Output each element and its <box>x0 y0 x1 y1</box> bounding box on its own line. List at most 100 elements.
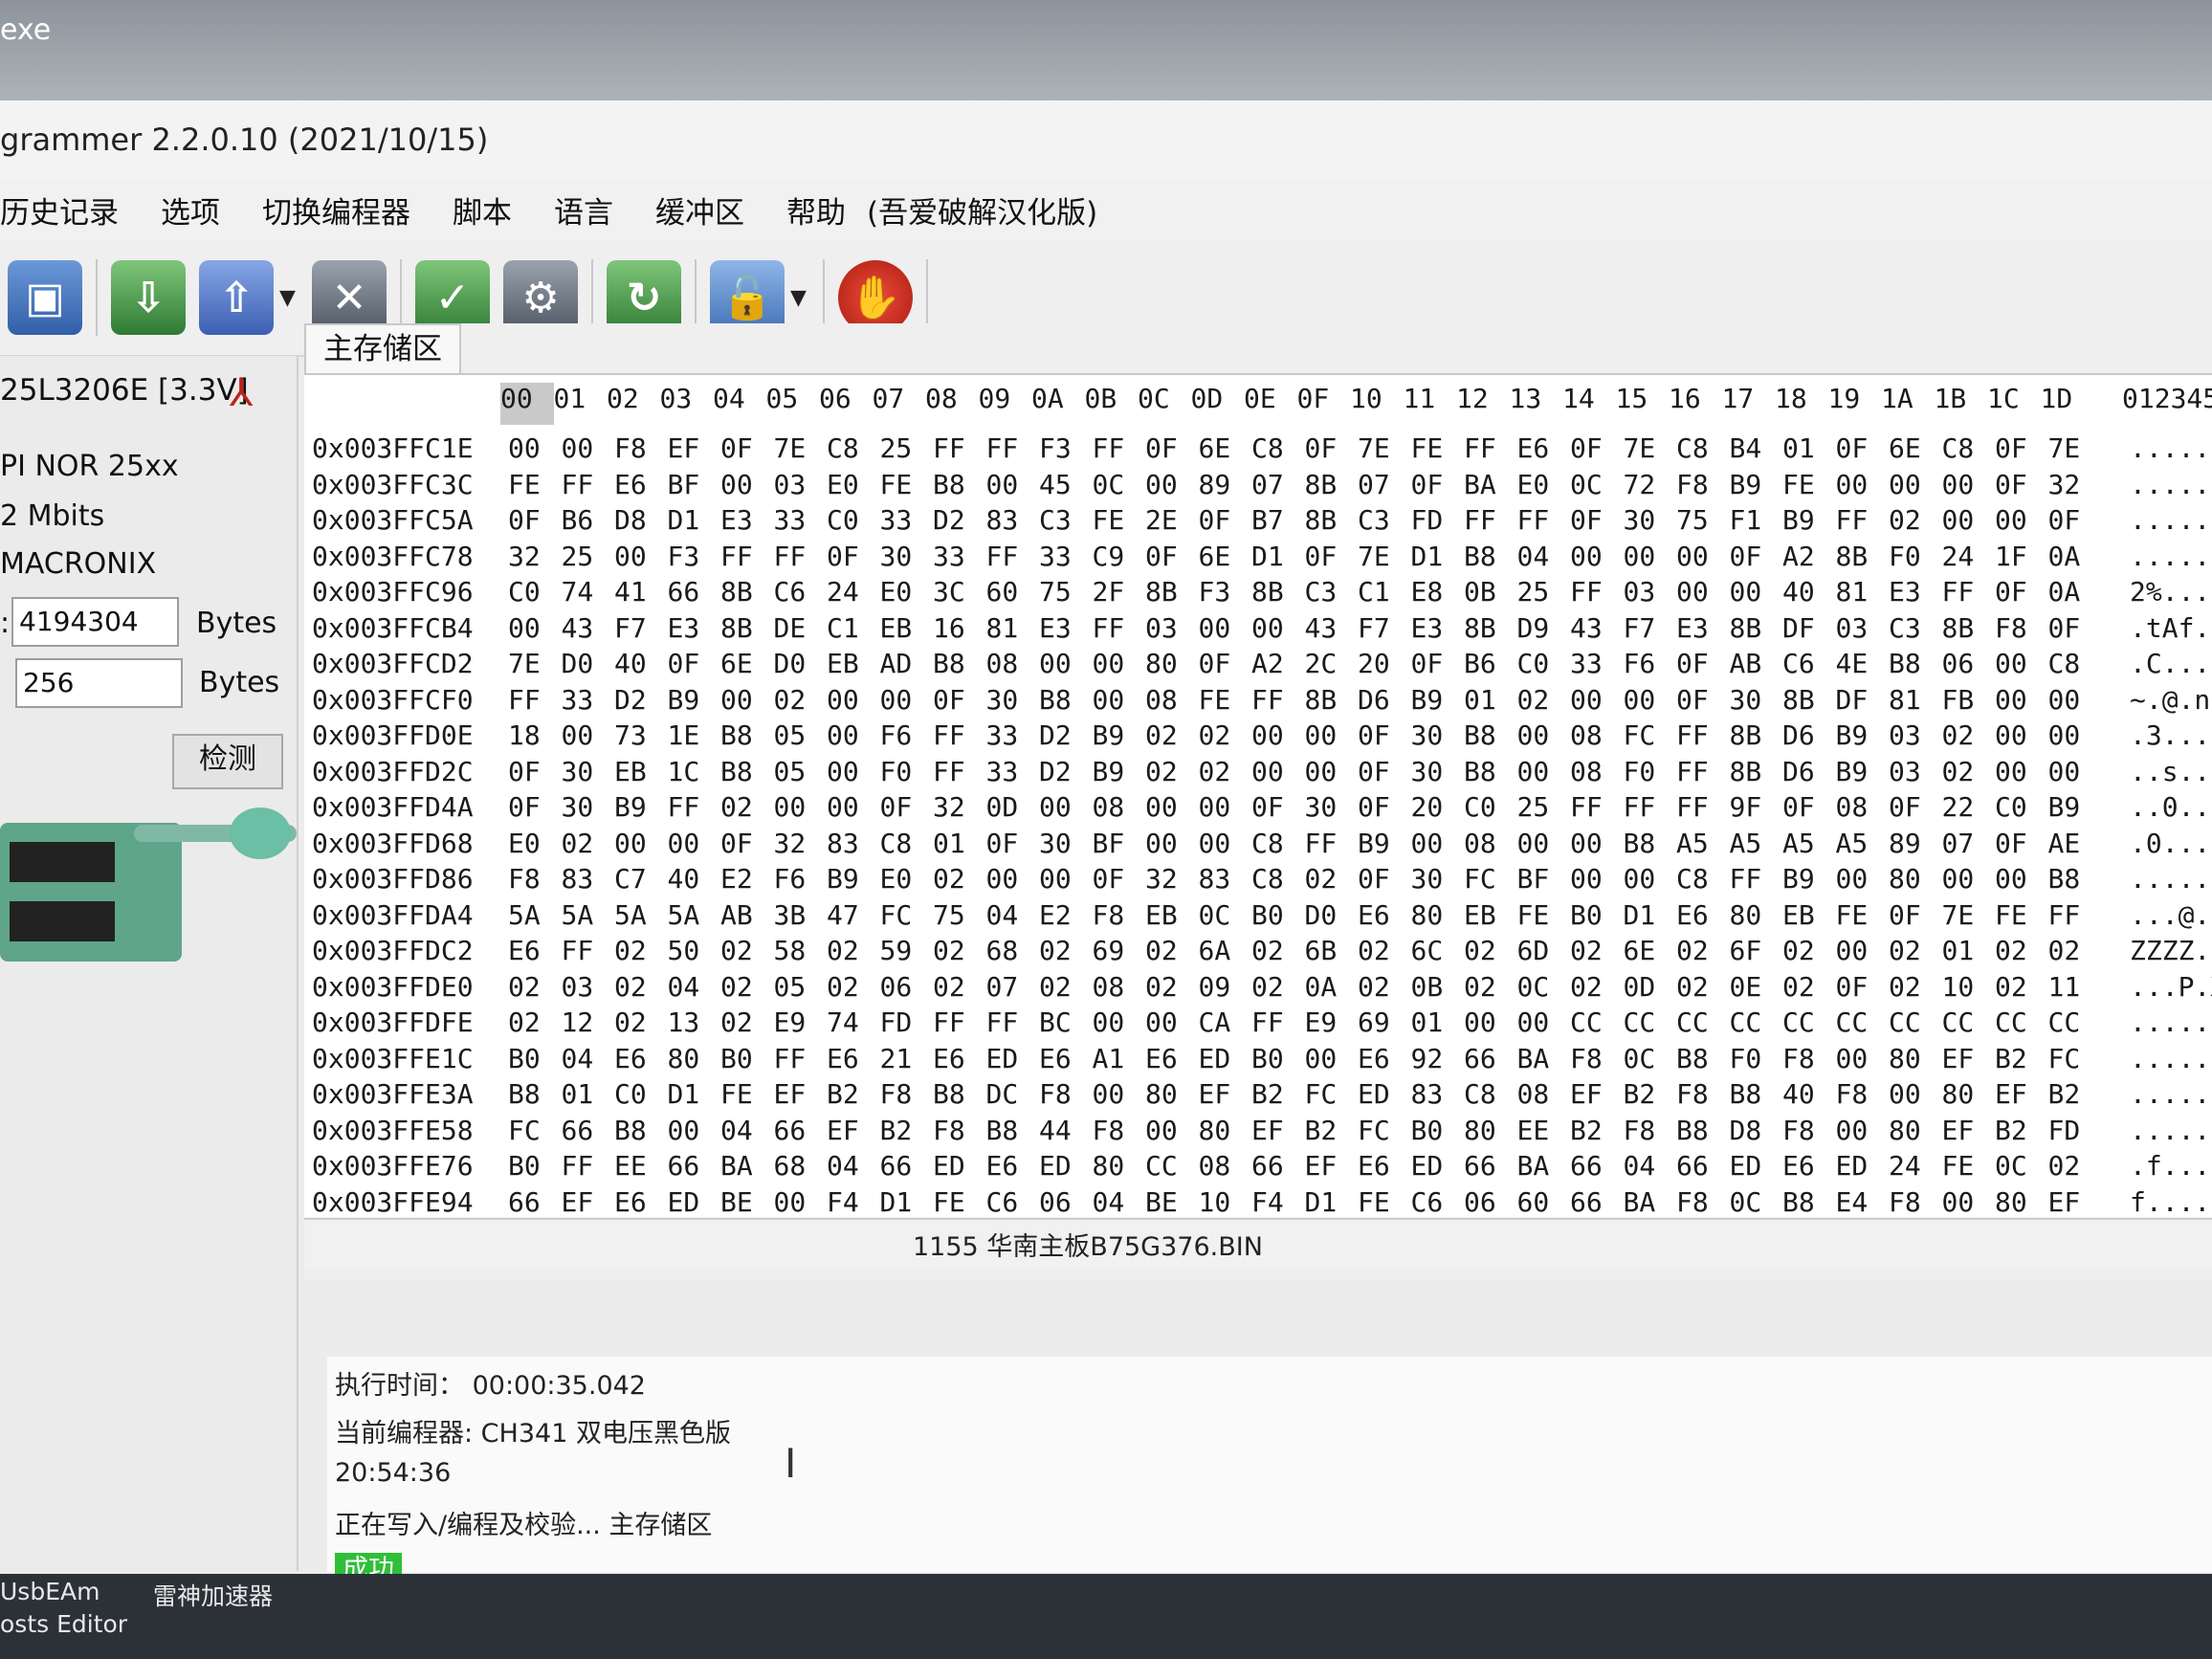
hex-byte[interactable]: ED <box>1411 1150 1465 1185</box>
hex-byte[interactable]: D6 <box>1782 719 1836 755</box>
hex-byte[interactable]: 8B <box>1730 612 1783 648</box>
hex-byte[interactable]: F8 <box>1570 1043 1624 1078</box>
hex-byte[interactable]: FF <box>933 432 986 468</box>
hex-byte[interactable]: B0 <box>508 1043 562 1078</box>
hex-byte[interactable]: 02 <box>1570 935 1624 970</box>
hex-byte[interactable]: FF <box>1464 504 1517 540</box>
hex-byte[interactable]: 20 <box>1411 791 1465 827</box>
hex-byte[interactable]: FF <box>508 684 562 719</box>
hex-byte[interactable]: 0D <box>986 791 1040 827</box>
hex-byte[interactable]: C3 <box>1358 504 1411 540</box>
hex-byte[interactable]: 24 <box>1942 541 1996 576</box>
hex-byte[interactable]: 02 <box>1464 971 1517 1006</box>
hex-byte[interactable]: 0A <box>1305 971 1359 1006</box>
hex-byte[interactable]: 00 <box>1145 1115 1199 1150</box>
hex-byte[interactable]: ED <box>1199 1043 1252 1078</box>
hex-byte[interactable]: 00 <box>1995 756 2048 791</box>
hex-byte[interactable]: EF <box>668 432 721 468</box>
hex-byte[interactable]: 00 <box>1942 469 1996 504</box>
hex-byte[interactable]: 04 <box>827 1150 880 1185</box>
hex-byte[interactable]: E9 <box>774 1006 828 1042</box>
hex-byte[interactable]: 04 <box>1093 1186 1146 1222</box>
hex-byte[interactable]: 0F <box>1730 541 1783 576</box>
hex-byte[interactable]: D1 <box>668 504 721 540</box>
hex-byte[interactable]: D1 <box>1251 541 1305 576</box>
hex-byte[interactable]: 83 <box>1199 863 1252 898</box>
hex-byte[interactable]: 6E <box>1199 432 1252 468</box>
hex-byte[interactable]: D0 <box>774 648 828 683</box>
hex-byte[interactable]: 7E <box>1942 899 1996 935</box>
hex-byte[interactable]: FF <box>1730 863 1783 898</box>
hex-byte[interactable]: 02 <box>1199 719 1252 755</box>
hex-byte[interactable]: C8 <box>1251 863 1305 898</box>
hex-byte[interactable]: B8 <box>1782 1186 1836 1222</box>
hex-byte[interactable]: 0F <box>1145 432 1199 468</box>
hex-byte[interactable]: 66 <box>774 1115 828 1150</box>
hex-byte[interactable]: 00 <box>614 541 668 576</box>
hex-byte[interactable]: FF <box>933 756 986 791</box>
menu-help[interactable]: 帮助 <box>765 188 867 232</box>
hex-byte[interactable]: FE <box>1782 469 1836 504</box>
hex-byte[interactable]: 02 <box>1358 971 1411 1006</box>
hex-byte[interactable]: 00 <box>1624 684 1677 719</box>
hex-byte[interactable]: 32 <box>508 541 562 576</box>
hex-byte[interactable]: 8B <box>1942 612 1996 648</box>
hex-byte[interactable]: 7E <box>774 432 828 468</box>
hex-byte[interactable]: E6 <box>614 1186 668 1222</box>
hex-byte[interactable]: A5 <box>1782 828 1836 863</box>
hex-byte[interactable]: 0F <box>1305 541 1359 576</box>
hex-byte[interactable]: 02 <box>1464 935 1517 970</box>
hex-byte[interactable]: F8 <box>1782 1115 1836 1150</box>
hex-byte[interactable]: B2 <box>1995 1115 2048 1150</box>
hex-byte[interactable]: 00 <box>880 684 934 719</box>
hex-byte[interactable]: FE <box>933 1186 986 1222</box>
hex-byte[interactable]: 00 <box>827 719 880 755</box>
hex-byte[interactable]: FF <box>986 541 1040 576</box>
hex-byte[interactable]: 40 <box>614 648 668 683</box>
hex-byte[interactable]: 66 <box>1464 1150 1517 1185</box>
hex-byte[interactable]: CC <box>1624 1006 1677 1042</box>
hex-byte[interactable]: E0 <box>880 863 934 898</box>
hex-byte[interactable]: BA <box>1624 1186 1677 1222</box>
hex-byte[interactable]: 02 <box>1570 971 1624 1006</box>
hex-byte[interactable]: 66 <box>668 1150 721 1185</box>
hex-byte[interactable]: 02 <box>827 971 880 1006</box>
hex-byte[interactable]: F8 <box>1676 469 1730 504</box>
hex-byte[interactable]: E3 <box>1889 576 1942 611</box>
hex-byte[interactable]: 0F <box>508 791 562 827</box>
hex-byte[interactable]: F4 <box>1251 1186 1305 1222</box>
hex-byte[interactable]: 00 <box>1039 863 1093 898</box>
hex-byte[interactable]: 40 <box>1782 1078 1836 1114</box>
hex-byte[interactable]: F3 <box>1199 576 1252 611</box>
hex-byte[interactable]: EB <box>1464 899 1517 935</box>
hex-byte[interactable]: 00 <box>1570 684 1624 719</box>
hex-byte[interactable]: F7 <box>614 612 668 648</box>
hex-byte[interactable]: 00 <box>1199 828 1252 863</box>
taskbar-item-accelerator[interactable]: 雷神加速器 <box>153 1578 273 1612</box>
hex-byte[interactable]: 8B <box>1305 684 1359 719</box>
hex-byte[interactable]: C8 <box>827 432 880 468</box>
hex-byte[interactable]: 05 <box>774 756 828 791</box>
hex-byte[interactable]: 08 <box>1570 719 1624 755</box>
hex-byte[interactable]: 32 <box>933 791 986 827</box>
hex-byte[interactable]: 02 <box>1517 684 1571 719</box>
hex-byte[interactable]: A5 <box>1676 828 1730 863</box>
hex-byte[interactable]: 00 <box>1889 1078 1942 1114</box>
hex-byte[interactable]: 25 <box>1517 576 1571 611</box>
hex-byte[interactable]: 80 <box>1464 1115 1517 1150</box>
hex-byte[interactable]: BE <box>1145 1186 1199 1222</box>
hex-byte[interactable]: 80 <box>1145 648 1199 683</box>
hex-byte[interactable]: A2 <box>1251 648 1305 683</box>
hex-byte[interactable]: 00 <box>1517 828 1571 863</box>
hex-byte[interactable]: FC <box>1358 1115 1411 1150</box>
hex-byte[interactable]: 30 <box>1411 719 1465 755</box>
hex-byte[interactable]: BA <box>1517 1150 1571 1185</box>
hex-byte[interactable]: 0C <box>1199 899 1252 935</box>
hex-byte[interactable]: 00 <box>614 828 668 863</box>
hex-byte[interactable]: 4E <box>1836 648 1890 683</box>
hex-byte[interactable]: A1 <box>1093 1043 1146 1078</box>
hex-byte[interactable]: FC <box>1464 863 1517 898</box>
hex-byte[interactable]: 00 <box>1517 756 1571 791</box>
hex-byte[interactable]: F0 <box>1730 1043 1783 1078</box>
hex-byte[interactable]: F0 <box>1624 756 1677 791</box>
